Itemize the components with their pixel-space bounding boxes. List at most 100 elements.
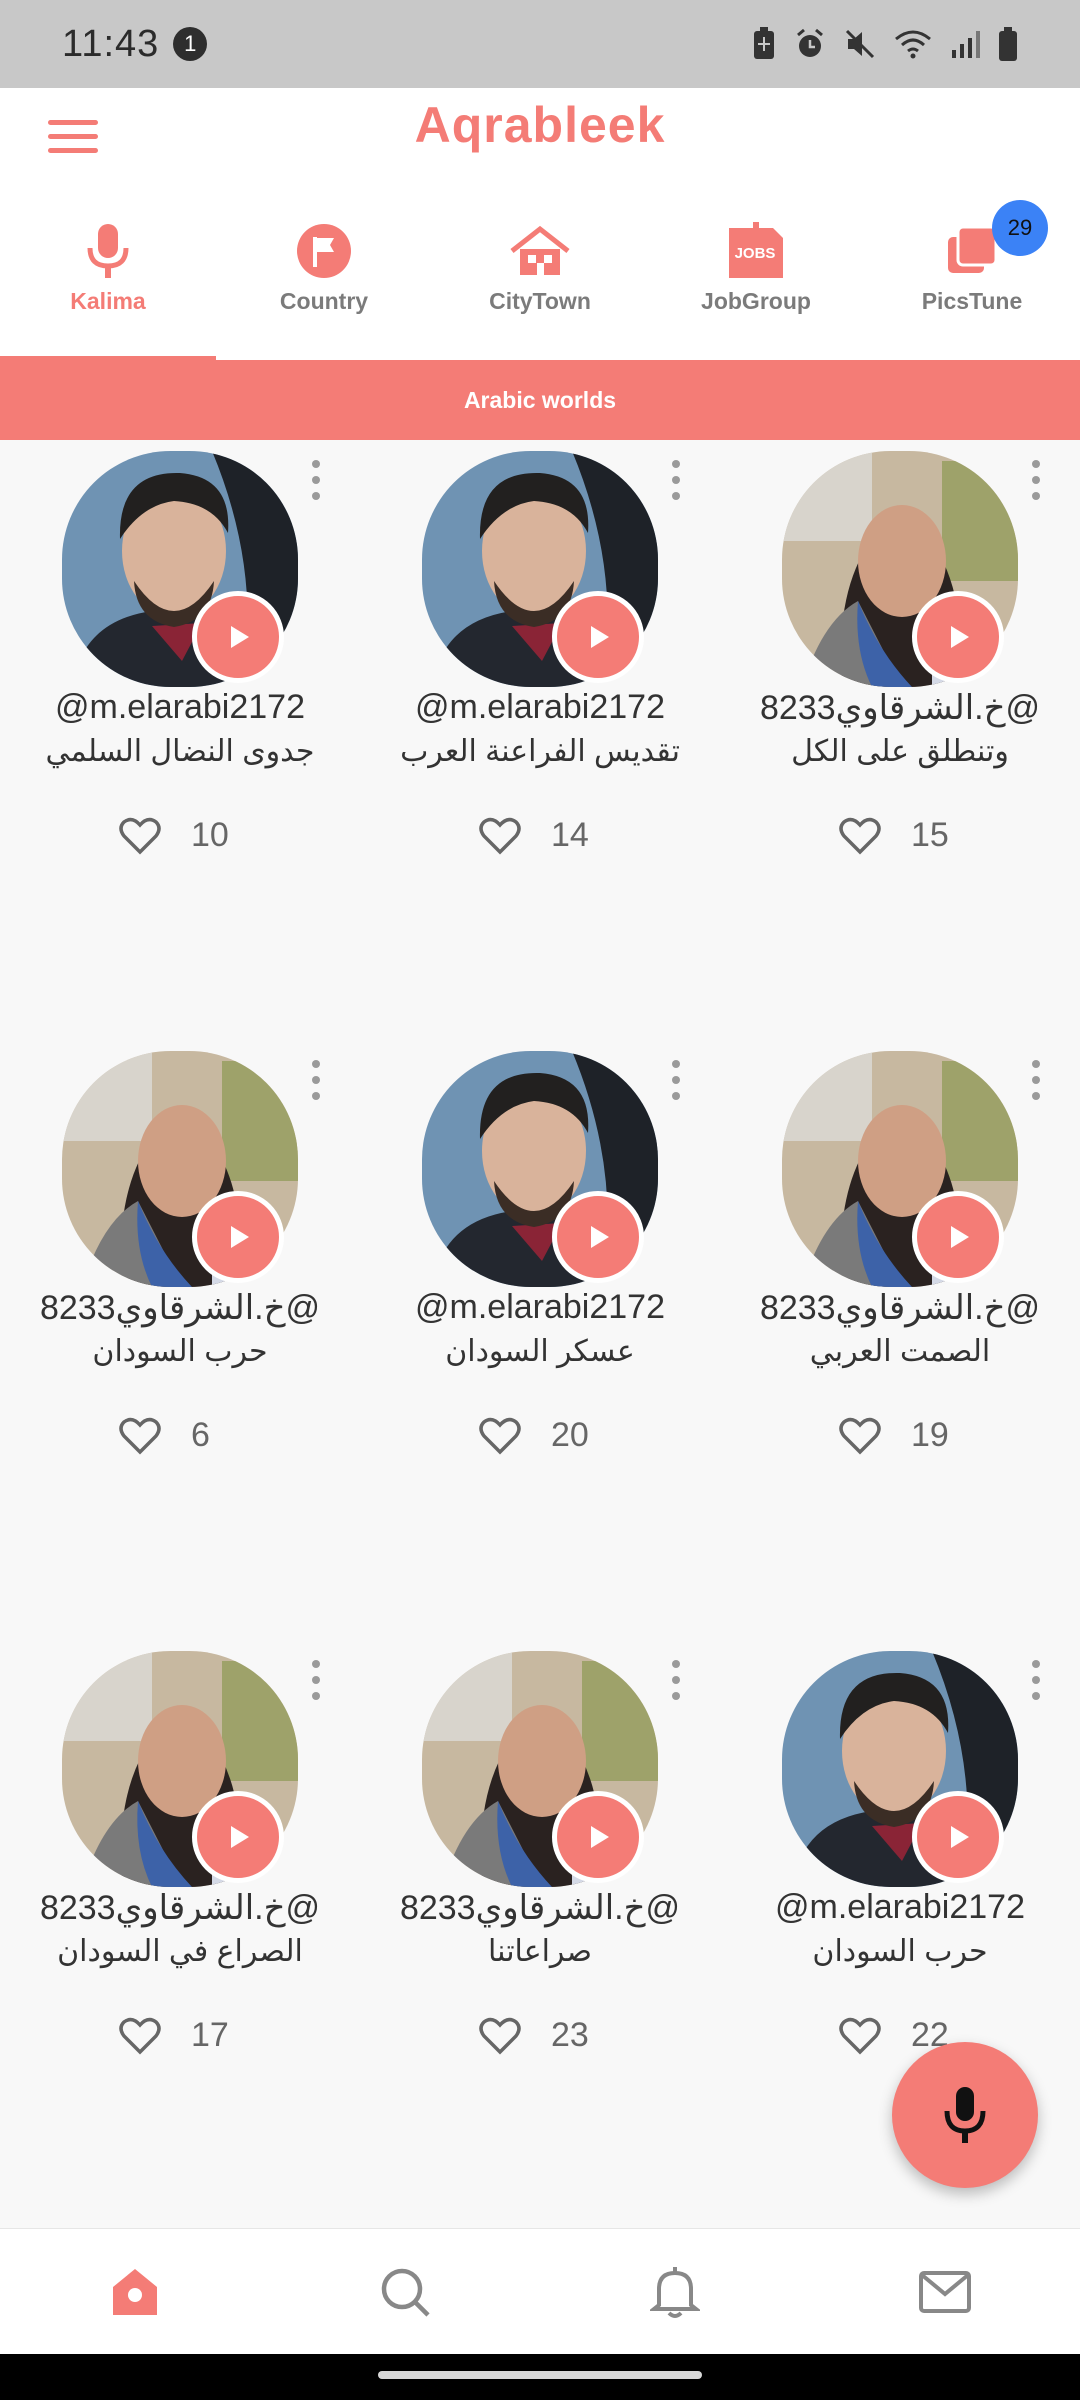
post-card[interactable]: خ.الشرقاوي8233@ الصمت العربي 19: [720, 1040, 1080, 1640]
likes-row: 23: [360, 2016, 720, 2055]
likes-count: 19: [911, 1416, 949, 1454]
post-handle[interactable]: خ.الشرقاوي8233@: [720, 688, 1080, 728]
svg-text:JOBS: JOBS: [735, 245, 776, 262]
picstune-count-badge: 29: [992, 200, 1048, 256]
nav-home[interactable]: [0, 2229, 270, 2354]
more-options-icon[interactable]: [306, 460, 326, 500]
tab-label: Country: [279, 288, 369, 314]
play-icon: [591, 1826, 609, 1848]
status-bar: 11:43 1: [0, 0, 1080, 88]
more-options-icon[interactable]: [666, 1660, 686, 1700]
post-handle[interactable]: @m.elarabi2172: [0, 688, 360, 727]
heart-icon[interactable]: [479, 1417, 521, 1455]
play-button[interactable]: [192, 1191, 284, 1283]
likes-row: 19: [720, 1416, 1080, 1455]
play-icon: [951, 1226, 969, 1248]
heart-icon[interactable]: [119, 817, 161, 855]
heart-icon[interactable]: [119, 1417, 161, 1455]
likes-row: 20: [360, 1416, 720, 1455]
play-button[interactable]: [552, 1791, 644, 1883]
likes-count: 15: [911, 816, 949, 854]
play-button[interactable]: [912, 1191, 1004, 1283]
post-title: تقديس الفراعنة العرب: [400, 735, 680, 768]
play-icon: [231, 1226, 249, 1248]
play-button[interactable]: [912, 1791, 1004, 1883]
tab-label: JobGroup: [701, 288, 811, 314]
play-button[interactable]: [552, 1191, 644, 1283]
likes-count: 6: [191, 1416, 210, 1454]
post-handle[interactable]: خ.الشرقاوي8233@: [0, 1888, 360, 1928]
play-button[interactable]: [192, 1791, 284, 1883]
nav-notifications[interactable]: [540, 2229, 810, 2354]
likes-row: 22: [720, 2016, 1080, 2055]
play-icon: [231, 1826, 249, 1848]
tab-label: PicsTune: [921, 288, 1023, 314]
tab-country[interactable]: Country: [216, 188, 432, 360]
post-card[interactable]: @m.elarabi2172 جدوى النضال السلمي 10: [0, 440, 360, 1040]
wifi-icon: [895, 30, 931, 59]
home-indicator[interactable]: [378, 2371, 702, 2379]
more-options-icon[interactable]: [306, 1660, 326, 1700]
heart-icon[interactable]: [119, 2017, 161, 2055]
status-time: 11:43: [62, 22, 160, 65]
post-handle[interactable]: خ.الشرقاوي8233@: [0, 1288, 360, 1328]
tab-picstune[interactable]: PicsTune 29: [864, 188, 1080, 360]
more-options-icon[interactable]: [306, 1060, 326, 1100]
record-fab-button[interactable]: [892, 2042, 1038, 2188]
home-icon: [113, 2268, 157, 2315]
post-title: حرب السودان: [92, 1335, 268, 1368]
flag-icon: [294, 222, 354, 280]
post-card[interactable]: خ.الشرقاوي8233@ الصراع في السودان 17: [0, 1640, 360, 2228]
play-button[interactable]: [192, 591, 284, 683]
tab-kalima[interactable]: Kalima: [0, 188, 216, 360]
heart-icon[interactable]: [839, 2017, 881, 2055]
house-icon: [510, 222, 570, 280]
brand-logo: Aqrableek: [414, 97, 666, 153]
play-icon: [591, 626, 609, 648]
post-card[interactable]: خ.الشرقاوي8233@ حرب السودان 6: [0, 1040, 360, 1640]
heart-icon[interactable]: [479, 2017, 521, 2055]
likes-count: 10: [191, 816, 229, 854]
more-options-icon[interactable]: [1026, 460, 1046, 500]
post-title: صراعاتنا: [488, 1935, 592, 1968]
nav-messages[interactable]: [810, 2229, 1080, 2354]
post-card[interactable]: @m.elarabi2172 تقديس الفراعنة العرب 14: [360, 440, 720, 1040]
post-card[interactable]: @m.elarabi2172 عسكر السودان 20: [360, 1040, 720, 1640]
tab-citytown[interactable]: CityTown: [432, 188, 648, 360]
likes-count: 14: [551, 816, 589, 854]
more-options-icon[interactable]: [666, 460, 686, 500]
battery-saver-icon: [754, 27, 774, 59]
play-button[interactable]: [912, 591, 1004, 683]
search-icon: [381, 2268, 430, 2317]
jobs-icon: JOBS: [726, 222, 786, 280]
post-handle[interactable]: @m.elarabi2172: [360, 688, 720, 727]
play-icon: [951, 626, 969, 648]
more-options-icon[interactable]: [666, 1060, 686, 1100]
section-banner: Arabic worlds: [0, 360, 1080, 440]
post-handle[interactable]: خ.الشرقاوي8233@: [360, 1888, 720, 1928]
post-card[interactable]: خ.الشرقاوي8233@ وتنطلق على الكل 15: [720, 440, 1080, 1040]
more-options-icon[interactable]: [1026, 1060, 1046, 1100]
more-options-icon[interactable]: [1026, 1660, 1046, 1700]
mail-icon: [919, 2270, 971, 2313]
nav-search[interactable]: [270, 2229, 540, 2354]
play-button[interactable]: [552, 591, 644, 683]
alarm-icon: [797, 28, 823, 57]
post-handle[interactable]: @m.elarabi2172: [720, 1888, 1080, 1927]
mute-icon: [845, 29, 875, 59]
post-handle[interactable]: خ.الشرقاوي8233@: [720, 1288, 1080, 1328]
post-title: وتنطلق على الكل: [791, 735, 1009, 768]
tab-label: CityTown: [489, 288, 591, 314]
likes-row: 17: [0, 2016, 360, 2055]
heart-icon[interactable]: [839, 817, 881, 855]
post-handle[interactable]: @m.elarabi2172: [360, 1288, 720, 1327]
heart-icon[interactable]: [839, 1417, 881, 1455]
bottom-navigation: [0, 2228, 1080, 2354]
play-icon: [231, 626, 249, 648]
post-title: حرب السودان: [812, 1935, 988, 1968]
heart-icon[interactable]: [479, 817, 521, 855]
tab-jobgroup[interactable]: JOBS JobGroup: [648, 188, 864, 360]
post-card[interactable]: خ.الشرقاوي8233@ صراعاتنا 23: [360, 1640, 720, 2228]
play-icon: [591, 1226, 609, 1248]
tab-label: Kalima: [70, 288, 146, 314]
